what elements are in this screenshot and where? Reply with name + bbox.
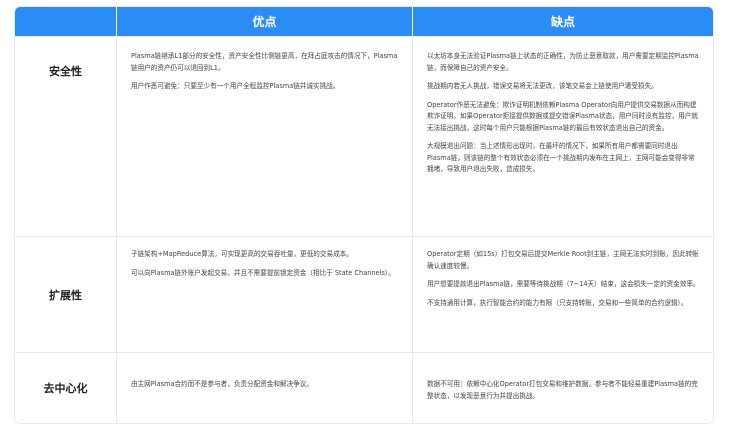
pros-item: 由主网Plasma合约而不是参与者，负责分配资金和解决争议。 <box>131 380 313 388</box>
row-label-scalability: 扩展性 <box>15 237 117 352</box>
pros-cell-security: Plasma链继承L1部分的安全性，资产安全性比侧链更高，在拜占庭攻击的情况下，… <box>117 37 413 236</box>
cons-item: 以太坊本身无法验证Plasma链上状态的正确性，为防止恶意取款，用户需要定期监控… <box>427 52 699 72</box>
pros-item: Plasma链继承L1部分的安全性，资产安全性比侧链更高，在拜占庭攻击的情况下，… <box>131 52 398 72</box>
table-row-decentralization: 去中心化 由主网Plasma合约而不是参与者，负责分配资金和解决争议。 数据不可… <box>15 352 713 423</box>
cons-item: 大规模退出问题：当上述情形出现时，在最坏的情况下，如果所有用户都需要同时退出Pl… <box>427 142 695 173</box>
cons-item: 数据不可用：依赖中心化Operator打包交易和维护数据，参与者不能轻易重建Pl… <box>427 380 698 400</box>
table-row-scalability: 扩展性 子链架构+MapReduce算法，可实现更高的交易吞吐量，更低的交易成本… <box>15 236 713 352</box>
cons-cell-security: 以太坊本身无法验证Plasma链上状态的正确性，为防止恶意取款，用户需要定期监控… <box>413 37 713 236</box>
pros-cell-scalability: 子链架构+MapReduce算法，可实现更高的交易吞吐量，更低的交易成本。 可以… <box>117 237 413 352</box>
pros-item: 子链架构+MapReduce算法，可实现更高的交易吞吐量，更低的交易成本。 <box>131 250 353 258</box>
pros-item: 用户作恶可避免：只要至少有一个用户全程监控Plasma链并诚实挑战。 <box>131 82 340 90</box>
cons-cell-decentralization: 数据不可用：依赖中心化Operator打包交易和维护数据，参与者不能轻易重建Pl… <box>413 353 713 423</box>
row-label-decentralization: 去中心化 <box>15 353 117 423</box>
cons-item: 不支持通用计算，执行智能合约的能力有限（只支持转账，交易和一些简单的合约逻辑）。 <box>427 298 688 307</box>
table-header: 优点 缺点 <box>15 7 713 36</box>
pros-cell-decentralization: 由主网Plasma合约而不是参与者，负责分配资金和解决争议。 <box>117 353 413 423</box>
cons-item: Operator作恶无法避免：欺诈证明机制依赖Plasma Operator向用… <box>427 100 698 132</box>
cons-cell-scalability: Operator定期（如15s）打包交易后提交Merkle Root到主链，主网… <box>413 237 713 352</box>
header-pros: 优点 <box>117 7 413 36</box>
row-label-security: 安全性 <box>15 37 117 236</box>
comparison-table: 优点 缺点 安全性 Plasma链继承L1部分的安全性，资产安全性比侧链更高，在… <box>14 6 714 424</box>
cons-item: 用户想要提款退出Plasma链，需要等待挑战期（7~14天）结束，这会损失一定的… <box>427 280 700 288</box>
pros-item: 可以向Plasma链外账户发起交易，并且不需要提前锁定资金（相比于 State … <box>131 268 395 277</box>
header-aspect <box>15 7 117 36</box>
cons-item: 挑战期内若无人挑战，错误交易将无法更改，该笔交易会上链使用户遭受损失。 <box>427 82 658 90</box>
header-cons: 缺点 <box>413 7 713 36</box>
table-row-security: 安全性 Plasma链继承L1部分的安全性，资产安全性比侧链更高，在拜占庭攻击的… <box>15 36 713 236</box>
cons-item: Operator定期（如15s）打包交易后提交Merkle Root到主链，主网… <box>427 250 699 270</box>
